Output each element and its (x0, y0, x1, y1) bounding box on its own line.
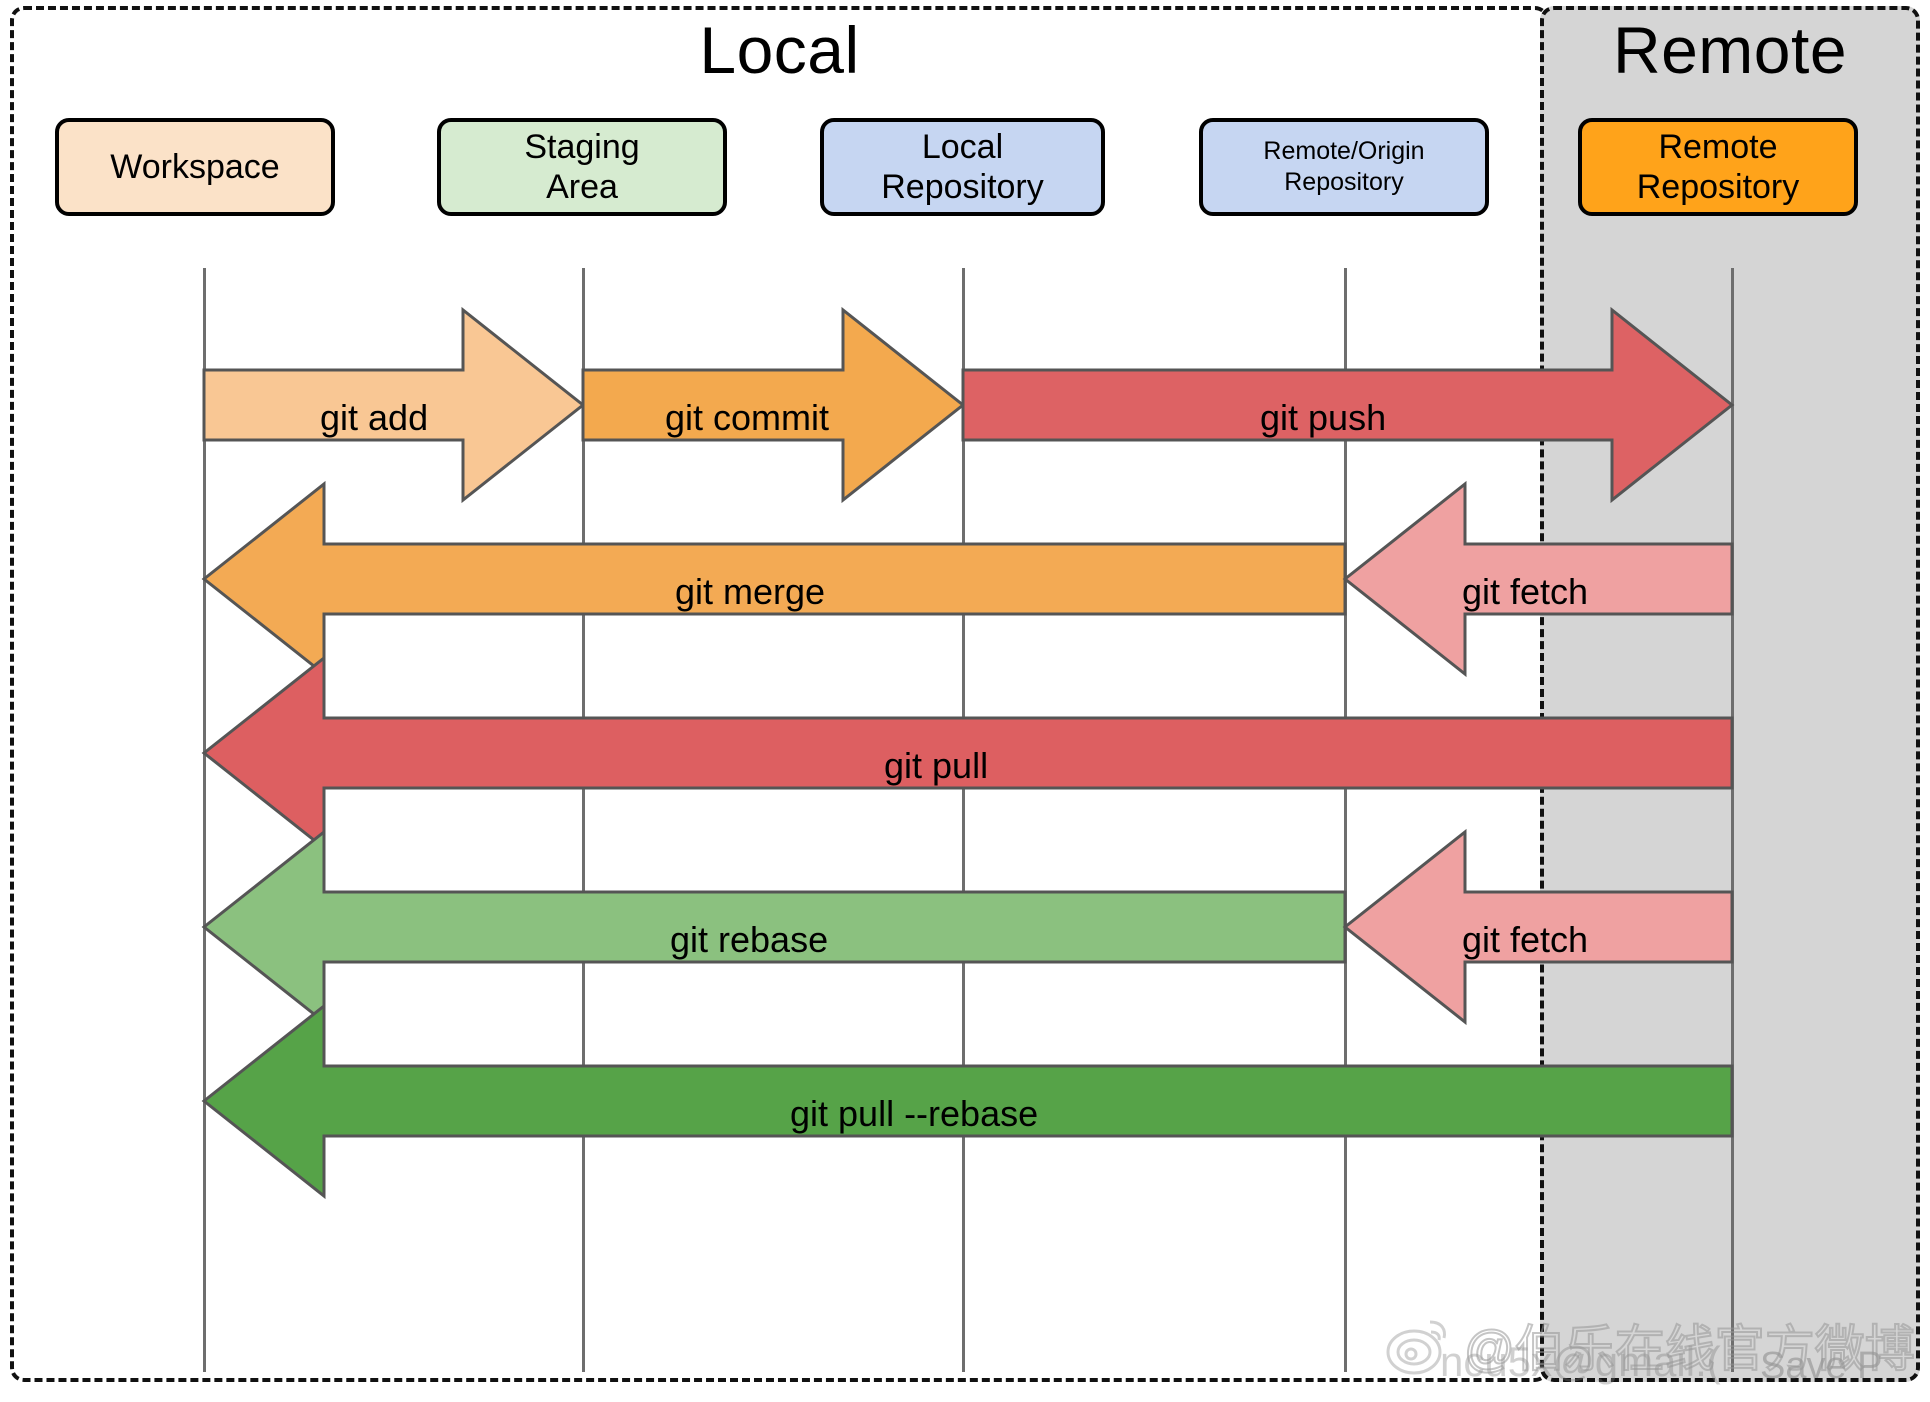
node-workspace[interactable]: Workspace (55, 118, 335, 216)
node-local-repo[interactable]: Local Repository (820, 118, 1105, 216)
git-workflow-diagram: Local Remote git add git commit git push gi… (0, 0, 1930, 1402)
arrow-label-git-pull-rebase: git pull --rebase (790, 1093, 1039, 1134)
node-remote-repo[interactable]: Remote Repository (1578, 118, 1858, 216)
arrow-label-git-push: git push (1260, 397, 1387, 438)
arrow-label-git-fetch-rebase: git fetch (1462, 919, 1589, 960)
arrow-label-git-merge: git merge (675, 571, 826, 612)
arrow-label-git-rebase: git rebase (670, 919, 829, 960)
region-title-local: Local (699, 13, 860, 87)
arrow-label-git-pull: git pull (884, 745, 989, 786)
arrow-label-git-fetch-merge: git fetch (1462, 571, 1589, 612)
node-remote-origin[interactable]: Remote/Origin Repository (1199, 118, 1489, 216)
region-title-remote: Remote (1612, 13, 1848, 87)
arrow-label-git-commit: git commit (665, 397, 830, 438)
node-staging-area[interactable]: Staging Area (437, 118, 727, 216)
arrow-label-git-add: git add (320, 397, 429, 438)
